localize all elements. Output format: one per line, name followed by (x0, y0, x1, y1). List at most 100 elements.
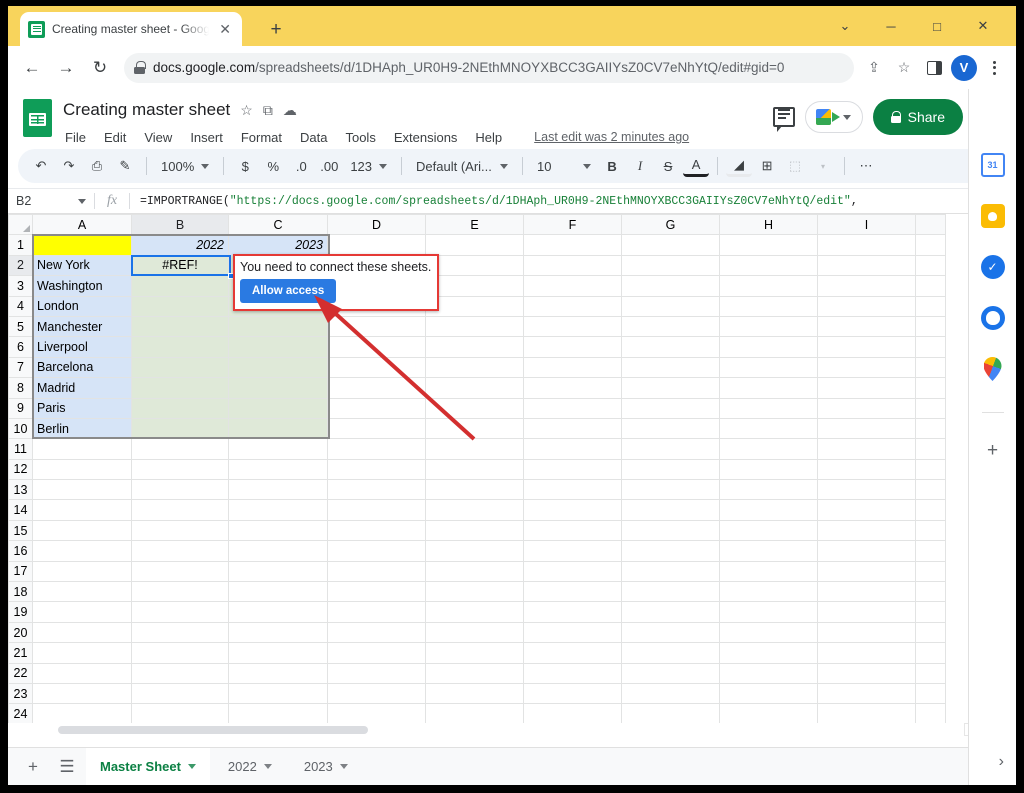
chevron-down-icon[interactable] (263, 764, 272, 769)
menu-extensions[interactable]: Extensions (392, 129, 460, 146)
cell-b23[interactable] (131, 682, 229, 705)
google-meet-button[interactable] (804, 101, 863, 133)
bookmark-star-icon[interactable]: ☆ (890, 54, 918, 82)
cell-h22[interactable] (719, 662, 818, 684)
browser-menu-icon[interactable] (980, 54, 1008, 82)
cell-g12[interactable] (621, 458, 720, 481)
new-tab-button[interactable]: + (264, 18, 288, 42)
cell-c15[interactable] (228, 519, 328, 542)
row-header-10[interactable]: 10 (8, 417, 33, 440)
menu-tools[interactable]: Tools (343, 129, 377, 146)
cell-e21[interactable] (425, 642, 524, 664)
cell-h6[interactable] (719, 336, 818, 358)
borders-button[interactable]: ⊞ (754, 153, 780, 179)
cell-f18[interactable] (523, 581, 622, 603)
cell-f2[interactable] (523, 254, 622, 277)
cell-g11[interactable] (621, 438, 720, 460)
cell-h8[interactable] (719, 377, 818, 399)
google-contacts-icon[interactable] (980, 306, 1005, 330)
cell-g13[interactable] (621, 479, 720, 501)
cell-a24[interactable] (32, 703, 132, 725)
currency-format-button[interactable]: $ (232, 153, 258, 179)
cell-e8[interactable] (425, 377, 524, 399)
column-header-c[interactable]: C (228, 214, 328, 236)
column-header-e[interactable]: E (425, 214, 524, 236)
cell-a5[interactable]: Manchester (32, 315, 132, 338)
cell-e7[interactable] (425, 356, 524, 379)
cell-a4[interactable]: London (32, 295, 132, 317)
cell-a1[interactable] (32, 234, 132, 256)
cell-e3[interactable] (425, 275, 524, 297)
cell-c5[interactable] (228, 315, 328, 338)
cell-i9[interactable] (817, 397, 916, 419)
row-header-4[interactable]: 4 (8, 295, 33, 317)
cell-b3[interactable] (131, 275, 229, 297)
cell-e4[interactable] (425, 295, 524, 317)
cell-h20[interactable] (719, 621, 818, 644)
cell-a15[interactable] (32, 519, 132, 542)
sheet-tab-2022[interactable]: 2022 (214, 748, 286, 786)
cell-h3[interactable] (719, 275, 818, 297)
number-format-select[interactable]: 123 (344, 153, 393, 179)
cell-g16[interactable] (621, 540, 720, 562)
move-to-folder-icon[interactable]: ⧉ (263, 103, 273, 117)
cell-j18[interactable] (915, 581, 946, 603)
close-tab-icon[interactable]: ✕ (216, 20, 234, 38)
cell-d16[interactable] (327, 540, 426, 562)
browser-tab[interactable]: Creating master sheet - Google S ✕ (20, 12, 242, 46)
cell-c9[interactable] (228, 397, 328, 419)
cell-d23[interactable] (327, 682, 426, 705)
row-header-13[interactable]: 13 (8, 479, 33, 501)
cell-a20[interactable] (32, 621, 132, 644)
cell-c24[interactable] (228, 703, 328, 725)
cell-e10[interactable] (425, 417, 524, 440)
menu-format[interactable]: Format (239, 129, 284, 146)
cell-b6[interactable] (131, 336, 229, 358)
cell-a17[interactable] (32, 560, 132, 583)
menu-edit[interactable]: Edit (102, 129, 128, 146)
cell-f14[interactable] (523, 499, 622, 521)
zoom-select[interactable]: 100% (155, 153, 215, 179)
undo-button[interactable]: ↶ (28, 153, 54, 179)
reload-button[interactable]: ↻ (84, 52, 116, 84)
cell-g1[interactable] (621, 234, 720, 256)
cell-j22[interactable] (915, 662, 946, 684)
cell-j10[interactable] (915, 417, 946, 440)
cell-b9[interactable] (131, 397, 229, 419)
google-maps-icon[interactable] (984, 357, 1002, 381)
cell-f20[interactable] (523, 621, 622, 644)
row-header-2[interactable]: 2 (8, 254, 33, 277)
cell-f23[interactable] (523, 682, 622, 705)
cell-j14[interactable] (915, 499, 946, 521)
cell-e15[interactable] (425, 519, 524, 542)
cell-c8[interactable] (228, 377, 328, 399)
cell-b15[interactable] (131, 519, 229, 542)
cell-e17[interactable] (425, 560, 524, 583)
cell-j16[interactable] (915, 540, 946, 562)
select-all-corner[interactable] (8, 214, 33, 236)
row-header-23[interactable]: 23 (8, 682, 33, 705)
cell-j24[interactable] (915, 703, 946, 725)
sheet-tab-master-sheet[interactable]: Master Sheet (86, 747, 210, 785)
maximize-button[interactable]: □ (914, 8, 960, 44)
cell-g5[interactable] (621, 315, 720, 338)
cell-i10[interactable] (817, 417, 916, 440)
cell-h7[interactable] (719, 356, 818, 379)
cell-g15[interactable] (621, 519, 720, 542)
cell-c16[interactable] (228, 540, 328, 562)
cell-g23[interactable] (621, 682, 720, 705)
minimize-button[interactable]: ─ (868, 8, 914, 44)
cell-c13[interactable] (228, 479, 328, 501)
cell-g6[interactable] (621, 336, 720, 358)
cell-g14[interactable] (621, 499, 720, 521)
cell-h1[interactable] (719, 234, 818, 256)
cell-f24[interactable] (523, 703, 622, 725)
cell-d19[interactable] (327, 601, 426, 623)
sheet-tab-2023[interactable]: 2023 (290, 748, 362, 786)
share-icon[interactable]: ⇪ (860, 54, 888, 82)
cell-e6[interactable] (425, 336, 524, 358)
cell-d24[interactable] (327, 703, 426, 725)
google-calendar-icon[interactable]: 31 (980, 153, 1005, 177)
cell-j5[interactable] (915, 315, 946, 338)
cell-d9[interactable] (327, 397, 426, 419)
